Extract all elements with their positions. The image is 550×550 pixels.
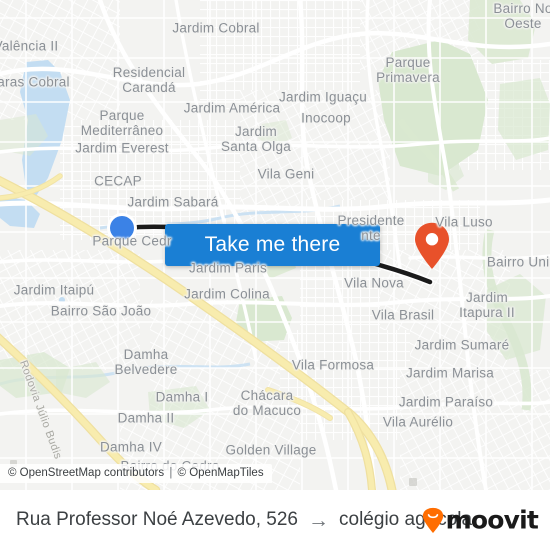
destination-pin-icon[interactable] <box>413 222 451 270</box>
moovit-pin-icon <box>422 507 443 533</box>
footer-bar: Rua Professor Noé Azevedo, 526 → colégio… <box>0 490 550 550</box>
attribution-osm[interactable]: © OpenStreetMap contributors <box>8 467 164 479</box>
arrow-right-icon: → <box>308 508 330 532</box>
trip-origin-label: Rua Professor Noé Azevedo, 526 <box>16 509 299 530</box>
origin-location-dot[interactable] <box>110 216 134 240</box>
trip-summary: Rua Professor Noé Azevedo, 526 → colégio… <box>16 509 472 531</box>
map-viewport[interactable]: Take me there Jardim Cobral Bairro No Oest… <box>0 0 550 490</box>
moovit-wordmark: moovit <box>445 505 539 535</box>
attribution-openmaptiles[interactable]: © OpenMapTiles <box>178 467 264 479</box>
take-me-there-button[interactable]: Take me there <box>165 224 380 266</box>
moovit-logo[interactable]: moovit <box>422 505 539 535</box>
moovit-map-screenshot: Take me there Jardim Cobral Bairro No Oest… <box>0 0 550 550</box>
map-attribution: © OpenStreetMap contributors | © OpenMap… <box>0 464 272 483</box>
attribution-separator: | <box>169 467 173 479</box>
